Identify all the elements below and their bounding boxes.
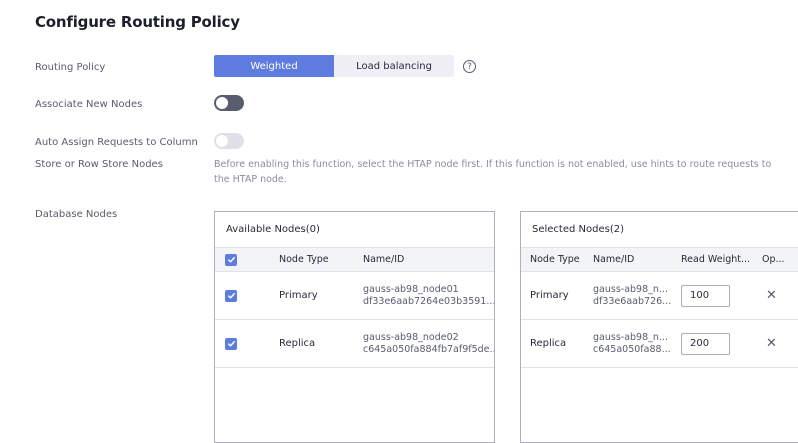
check-icon	[227, 292, 235, 299]
load-balancing-option[interactable]: Load balancing	[334, 55, 454, 77]
column-name-id: Name/ID	[593, 254, 635, 265]
node-type: Replica	[279, 338, 316, 349]
column-operation: Op...	[762, 254, 785, 265]
select-all-checkbox[interactable]	[225, 253, 237, 266]
available-nodes-panel: Available Nodes(0) Node Type Name/ID Pri…	[214, 211, 495, 443]
selected-nodes-panel: Selected Nodes(2) Node Type Name/ID Read…	[520, 211, 798, 443]
node-type: Primary	[530, 290, 569, 301]
node-type: Replica	[530, 338, 567, 349]
associate-new-nodes-toggle[interactable]	[214, 95, 244, 111]
database-nodes-label: Database Nodes	[35, 209, 118, 220]
table-row[interactable]: Primary gauss-ab98_node01 df33e6aab7264e…	[215, 272, 494, 320]
selected-table-header: Node Type Name/ID Read Weight... Op...	[521, 248, 798, 272]
check-icon	[227, 256, 235, 263]
node-id: df33e6aab7264e03b3591...	[363, 295, 494, 307]
table-row: Primary gauss-ab98_n... df33e6aab726... …	[521, 272, 798, 320]
selected-nodes-title: Selected Nodes(2)	[521, 212, 798, 248]
page-title: Configure Routing Policy	[35, 13, 240, 31]
row-checkbox[interactable]	[225, 337, 237, 350]
toggle-knob	[216, 97, 228, 109]
routing-policy-label: Routing Policy	[35, 62, 106, 73]
read-weight-input[interactable]: 100	[681, 284, 730, 307]
close-icon[interactable]: ✕	[766, 336, 777, 351]
auto-assign-hint: Before enabling this function, select th…	[214, 159, 772, 185]
toggle-knob	[216, 135, 228, 147]
node-name: gauss-ab98_n...	[593, 283, 668, 295]
routing-policy-segmented: Weighted Load balancing	[214, 55, 454, 77]
column-node-type: Node Type	[530, 254, 580, 265]
available-nodes-title: Available Nodes(0)	[215, 212, 494, 248]
node-id: c645a050fa88...	[593, 343, 671, 355]
close-icon[interactable]: ✕	[766, 288, 777, 303]
column-node-type: Node Type	[279, 254, 329, 265]
auto-assign-label-line2: Store or Row Store Nodes	[35, 159, 163, 170]
node-name: gauss-ab98_node02	[363, 331, 459, 343]
auto-assign-label-line1: Auto Assign Requests to Column	[35, 137, 198, 148]
help-icon[interactable]: ?	[463, 60, 476, 73]
available-table-header: Node Type Name/ID	[215, 248, 494, 272]
node-id: c645a050fa884fb7af9f5de...	[363, 343, 494, 355]
column-name-id: Name/ID	[363, 254, 405, 265]
table-row[interactable]: Replica gauss-ab98_node02 c645a050fa884f…	[215, 320, 494, 368]
associate-new-nodes-label: Associate New Nodes	[35, 99, 143, 110]
column-read-weight: Read Weight...	[681, 254, 751, 265]
node-name: gauss-ab98_node01	[363, 283, 459, 295]
node-name: gauss-ab98_n...	[593, 331, 668, 343]
node-type: Primary	[279, 290, 318, 301]
check-icon	[227, 340, 235, 347]
auto-assign-toggle[interactable]	[214, 133, 244, 149]
node-id: df33e6aab726...	[593, 295, 671, 307]
weighted-option[interactable]: Weighted	[214, 55, 334, 77]
read-weight-input[interactable]: 200	[681, 332, 730, 355]
row-checkbox[interactable]	[225, 289, 237, 302]
table-row: Replica gauss-ab98_n... c645a050fa88... …	[521, 320, 798, 368]
